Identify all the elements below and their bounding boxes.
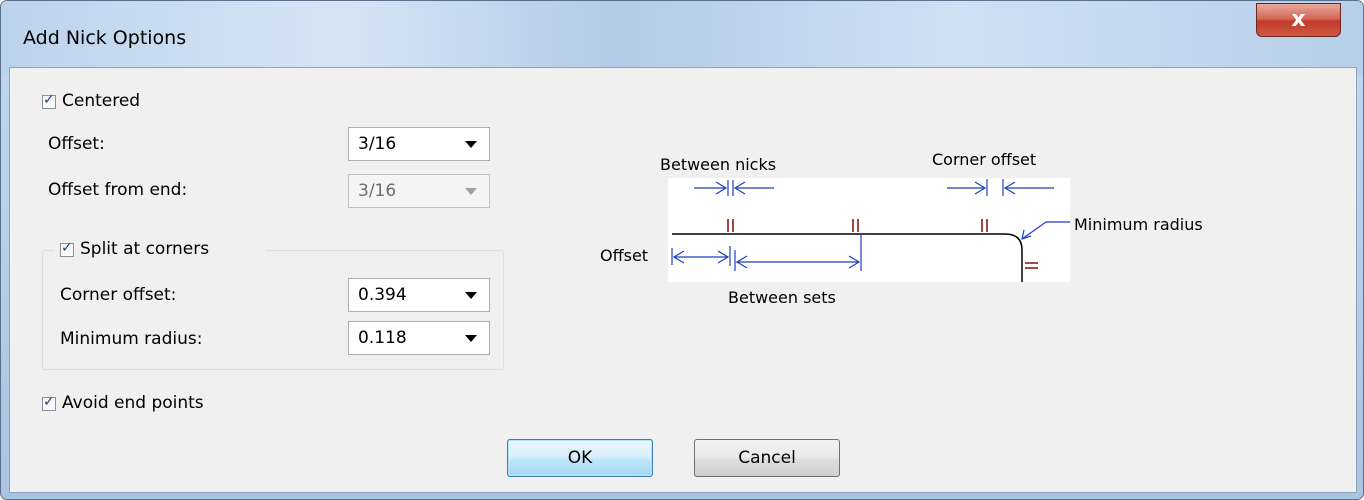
ok-button[interactable]: OK (507, 439, 653, 477)
window-title: Add Nick Options (23, 27, 187, 49)
minimum-radius-diagram-label: Minimum radius (1074, 215, 1203, 234)
nick-diagram: Between nicks Corner offset Minimum radi… (600, 150, 1203, 307)
close-button[interactable]: x (1256, 3, 1341, 37)
title-bar: Add Nick Options x (1, 1, 1363, 75)
between-nicks-label: Between nicks (660, 155, 776, 174)
add-nick-options-dialog: Add Nick Options x ✓ Centered Offset: 3/… (0, 0, 1364, 500)
between-sets-label: Between sets (728, 288, 836, 307)
corner-offset-diagram-label: Corner offset (932, 150, 1036, 169)
offset-diagram-label: Offset (600, 246, 648, 265)
cancel-button[interactable]: Cancel (694, 439, 840, 477)
close-icon: x (1291, 7, 1306, 32)
dialog-body: ✓ Centered Offset: 3/16 Offset from end:… (9, 67, 1357, 493)
